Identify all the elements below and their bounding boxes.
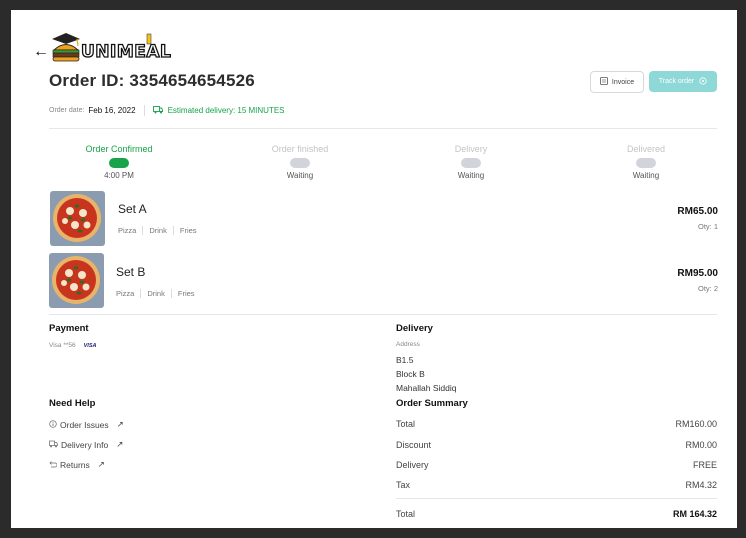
summary-label: Tax bbox=[396, 480, 411, 490]
document-icon bbox=[600, 77, 608, 87]
step-status: Waiting bbox=[457, 171, 485, 180]
address-line: B1.5 bbox=[396, 355, 414, 365]
truck-icon bbox=[49, 440, 58, 450]
divider bbox=[143, 105, 145, 116]
summary-value: RM4.32 bbox=[685, 480, 717, 490]
order-meta: Order date: Feb 16, 2022 Estimated deliv… bbox=[49, 105, 285, 116]
order-id-title: Order ID: 3354654654526 bbox=[49, 71, 255, 90]
item-price: RM95.00 bbox=[677, 268, 718, 279]
order-date-value: Feb 16, 2022 bbox=[88, 106, 136, 115]
invoice-label: Invoice bbox=[611, 78, 635, 86]
step-label: Delivered bbox=[626, 144, 666, 154]
grand-total-label: Total bbox=[396, 509, 416, 519]
divider bbox=[142, 226, 144, 235]
item-tags: Pizza Drink Fries bbox=[116, 289, 195, 298]
summary-row-grand-total: Total RM 164.32 bbox=[396, 509, 717, 519]
track-order-label: Track order bbox=[658, 78, 695, 85]
track-order-button[interactable]: Track order bbox=[649, 71, 717, 92]
link-label: Delivery Info bbox=[61, 439, 109, 450]
step-indicator bbox=[461, 158, 481, 168]
divider bbox=[170, 289, 172, 298]
progress-step-delivery: Delivery Waiting bbox=[416, 144, 526, 180]
back-arrow-icon[interactable]: ← bbox=[33, 43, 49, 61]
summary-row-total: Total RM160.00 bbox=[396, 419, 717, 429]
divider bbox=[49, 314, 717, 315]
item-tag: Fries bbox=[177, 289, 195, 298]
step-indicator bbox=[109, 158, 129, 168]
order-summary-heading: Order Summary bbox=[396, 398, 468, 409]
item-tag: Pizza bbox=[116, 289, 135, 298]
returns-link[interactable]: Returns ↗ bbox=[49, 459, 105, 470]
estimated-delivery: Estimated delivery: 15 MINUTES bbox=[152, 105, 285, 116]
step-indicator bbox=[290, 158, 310, 168]
summary-value: FREE bbox=[692, 460, 717, 470]
address-line: Mahallah Siddiq bbox=[396, 383, 457, 393]
delivery-heading: Delivery bbox=[396, 323, 433, 334]
visa-icon: VISA bbox=[83, 342, 97, 349]
brand-name: UNIMEAL bbox=[80, 41, 172, 62]
summary-row-tax: Tax RM4.32 bbox=[396, 480, 717, 490]
address-line: Block B bbox=[396, 369, 425, 379]
order-detail-panel: ← UNIMEAL Order ID: 3354654654526 Invoic… bbox=[11, 10, 737, 528]
invoice-button[interactable]: Invoice bbox=[590, 71, 644, 93]
item-quantity: Oty: 2 bbox=[697, 284, 718, 293]
summary-value: RM0.00 bbox=[685, 440, 717, 450]
delivery-info-link[interactable]: Delivery Info ↗ bbox=[49, 439, 123, 450]
progress-step-delivered: Delivered Waiting bbox=[591, 144, 701, 180]
external-link-icon: ↗ bbox=[116, 419, 124, 429]
item-quantity: Oty: 1 bbox=[697, 222, 718, 231]
step-status: Waiting bbox=[286, 171, 314, 180]
item-tag: Drink bbox=[149, 226, 167, 235]
order-date-label: Order date: bbox=[49, 107, 85, 114]
eta-text: Estimated delivery: 15 MINUTES bbox=[167, 106, 285, 115]
summary-label: Total bbox=[396, 419, 416, 429]
external-link-icon: ↗ bbox=[116, 439, 124, 449]
item-tag: Pizza bbox=[118, 226, 137, 235]
item-tag: Fries bbox=[179, 226, 197, 235]
location-icon bbox=[699, 76, 707, 87]
progress-step-order-finished: Order finished Waiting bbox=[245, 144, 355, 180]
summary-row-delivery: Delivery FREE bbox=[396, 460, 717, 470]
summary-label: Delivery bbox=[396, 460, 429, 470]
step-label: Delivery bbox=[454, 144, 488, 154]
return-icon bbox=[49, 460, 58, 470]
step-label: Order Confirmed bbox=[85, 144, 153, 154]
card-number: Visa **56 bbox=[49, 342, 76, 349]
divider bbox=[396, 498, 717, 499]
link-label: Returns bbox=[60, 459, 90, 470]
payment-heading: Payment bbox=[49, 323, 89, 334]
progress-step-order-confirmed: Order Confirmed 4:00 PM bbox=[64, 144, 174, 180]
step-status: Waiting bbox=[632, 171, 660, 180]
link-label: Order Issues bbox=[60, 419, 109, 430]
item-tags: Pizza Drink Fries bbox=[118, 226, 197, 235]
item-tag: Drink bbox=[147, 289, 165, 298]
summary-label: Discount bbox=[396, 440, 432, 450]
info-icon bbox=[49, 419, 57, 430]
summary-value: RM160.00 bbox=[675, 419, 717, 429]
step-status: 4:00 PM bbox=[104, 171, 134, 180]
window-top-bar bbox=[0, 0, 746, 10]
address-label: Address bbox=[396, 341, 420, 348]
truck-icon bbox=[152, 105, 163, 116]
item-price: RM65.00 bbox=[677, 206, 718, 217]
summary-row-discount: Discount RM0.00 bbox=[396, 440, 717, 450]
external-link-icon: ↗ bbox=[97, 459, 105, 469]
pizza-image bbox=[50, 191, 105, 246]
step-label: Order finished bbox=[271, 144, 329, 154]
pizza-image bbox=[49, 253, 104, 308]
order-issues-link[interactable]: Order Issues ↗ bbox=[49, 419, 124, 430]
step-indicator bbox=[636, 158, 656, 168]
divider bbox=[140, 289, 142, 298]
item-name: Set A bbox=[118, 202, 147, 216]
item-name: Set B bbox=[116, 265, 146, 279]
need-help-heading: Need Help bbox=[49, 398, 96, 409]
divider bbox=[49, 128, 717, 129]
grand-total-value: RM 164.32 bbox=[672, 509, 717, 519]
payment-method: Visa **56 VISA bbox=[49, 342, 96, 349]
divider bbox=[172, 226, 174, 235]
